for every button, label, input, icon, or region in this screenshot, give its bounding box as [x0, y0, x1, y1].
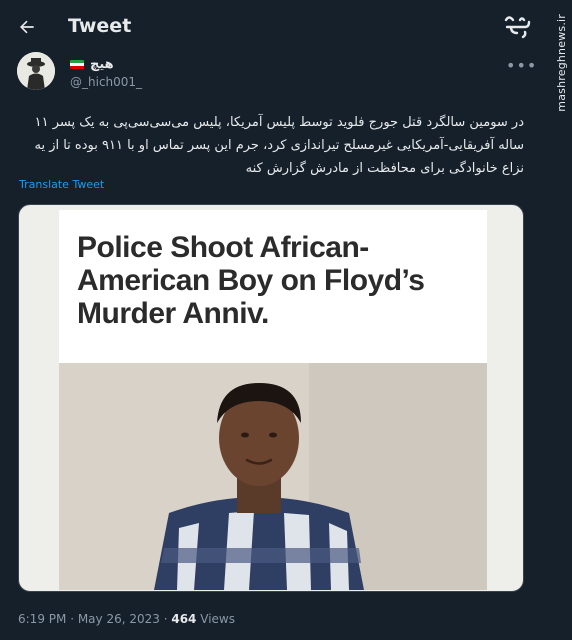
translate-tweet-link[interactable]: Translate Tweet — [19, 178, 104, 191]
iran-flag-icon — [70, 59, 84, 70]
tweet-time[interactable]: 6:19 PM — [18, 612, 66, 626]
tweet-media[interactable]: Police Shoot African-American Boy on Flo… — [18, 204, 524, 592]
author-display-name[interactable]: هیچ — [90, 57, 114, 72]
meta-separator: · — [70, 612, 78, 626]
arrow-left-icon — [20, 20, 34, 34]
views-count: 464 — [171, 612, 197, 626]
mashregh-logo — [504, 16, 531, 39]
tweet-date[interactable]: May 26, 2023 — [78, 612, 160, 626]
author-name-row[interactable]: هیچ — [70, 57, 114, 72]
brand-url: mashreghnews.ir — [555, 14, 568, 112]
more-options-icon[interactable]: ••• — [506, 56, 537, 75]
views-label: Views — [200, 612, 235, 626]
avatar[interactable] — [17, 52, 55, 90]
avatar-figure — [17, 52, 55, 90]
back-button[interactable] — [14, 14, 40, 40]
page-title: Tweet — [68, 15, 132, 37]
boy-photo — [59, 363, 487, 590]
article-screenshot: Police Shoot African-American Boy on Flo… — [59, 210, 487, 590]
top-bar: Tweet — [0, 0, 572, 54]
tweet-text: در سومین سالگرد قتل جورج فلوید توسط پلیس… — [34, 115, 524, 176]
tweet-meta: 6:19 PM · May 26, 2023 · 464 Views — [18, 612, 235, 626]
article-headline: Police Shoot African-American Boy on Flo… — [77, 231, 425, 330]
author-handle[interactable]: @_hich001_ — [70, 75, 142, 89]
